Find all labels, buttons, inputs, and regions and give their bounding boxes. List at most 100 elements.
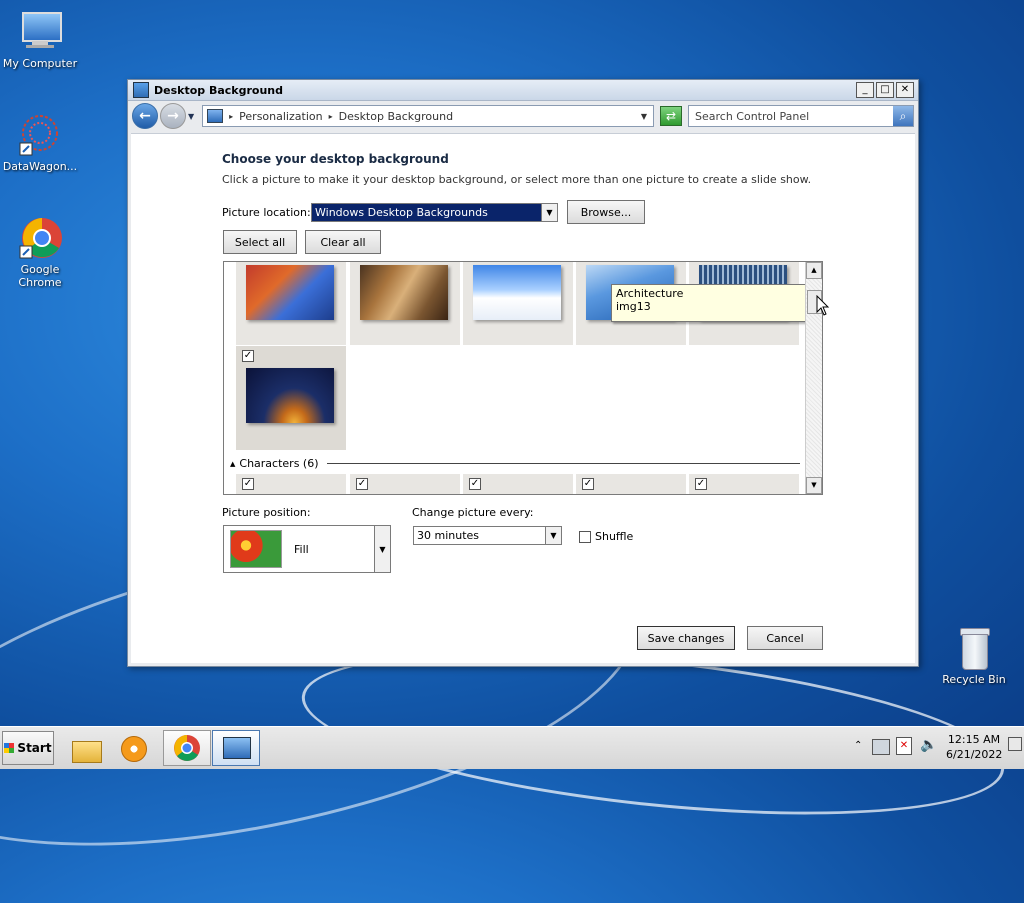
clock-date: 6/21/2022 bbox=[946, 748, 1003, 761]
picture-location-label: Picture location: bbox=[222, 206, 311, 219]
chevron-down-icon[interactable]: ▼ bbox=[545, 527, 561, 544]
title-bar[interactable]: Desktop Background _ □ ✕ bbox=[128, 80, 918, 101]
navigation-bar: ← → ▼ ▸ Personalization ▸ Desktop Backgr… bbox=[128, 101, 918, 131]
control-panel-icon bbox=[207, 109, 224, 123]
content-pane: Choose your desktop background Click a p… bbox=[131, 133, 915, 663]
clock-time: 12:15 AM bbox=[947, 733, 1001, 746]
control-panel-taskbar-button[interactable] bbox=[212, 730, 260, 766]
breadcrumb-item[interactable]: Personalization bbox=[239, 110, 322, 123]
wallpaper-thumbnail bbox=[473, 265, 561, 320]
desktop-icon-label: Google Chrome bbox=[18, 263, 62, 289]
control-panel-icon bbox=[223, 737, 251, 759]
chrome-icon bbox=[18, 216, 62, 260]
collapse-icon[interactable]: ▲ bbox=[230, 460, 235, 468]
taskbar-clock[interactable]: 12:15 AM 6/21/2022 bbox=[946, 732, 1002, 762]
show-desktop-button[interactable] bbox=[1008, 737, 1022, 751]
desktop-icon-datawagon[interactable]: DataWagon... bbox=[0, 113, 80, 173]
page-description: Click a picture to make it your desktop … bbox=[222, 173, 812, 186]
volume-icon[interactable]: 🔈 bbox=[920, 737, 937, 753]
network-icon[interactable] bbox=[872, 739, 890, 755]
search-placeholder: Search Control Panel bbox=[695, 109, 810, 123]
clear-all-button[interactable]: Clear all bbox=[305, 230, 381, 254]
mouse-cursor-icon bbox=[816, 295, 830, 316]
show-hidden-icons-icon[interactable]: ⌃ bbox=[854, 740, 862, 751]
group-header[interactable]: ▲ Characters (6) bbox=[230, 457, 800, 470]
picture-tile[interactable] bbox=[350, 262, 460, 345]
change-every-label: Change picture every: bbox=[412, 506, 534, 519]
picture-position-select[interactable]: Fill ▼ bbox=[223, 525, 391, 573]
picture-tile[interactable]: ✓ bbox=[463, 474, 573, 494]
change-every-select[interactable]: 30 minutes ▼ bbox=[413, 526, 562, 545]
picture-location-select[interactable]: Windows Desktop Backgrounds ▼ bbox=[311, 203, 558, 222]
search-input[interactable]: Search Control Panel ⌕ bbox=[688, 105, 914, 127]
window-title: Desktop Background bbox=[154, 83, 284, 97]
picture-position-value: Fill bbox=[294, 542, 309, 556]
maximize-button[interactable]: □ bbox=[876, 82, 894, 98]
address-dropdown-icon[interactable]: ▼ bbox=[641, 112, 647, 121]
refresh-button[interactable]: ⇄ bbox=[660, 106, 682, 126]
save-changes-button[interactable]: Save changes bbox=[637, 626, 735, 650]
picture-checkbox[interactable]: ✓ bbox=[242, 350, 254, 362]
picture-checkbox[interactable]: ✓ bbox=[469, 478, 481, 490]
explorer-taskbar-icon[interactable] bbox=[70, 733, 102, 763]
wallpaper-thumbnail bbox=[246, 265, 334, 320]
select-all-button[interactable]: Select all bbox=[223, 230, 297, 254]
desktop-icon-label: DataWagon... bbox=[2, 160, 78, 173]
cancel-button[interactable]: Cancel bbox=[747, 626, 823, 650]
close-button[interactable]: ✕ bbox=[896, 82, 914, 98]
window-app-icon bbox=[133, 82, 149, 98]
scroll-down-icon[interactable]: ▼ bbox=[806, 477, 822, 494]
recycle-bin-icon bbox=[952, 626, 996, 670]
desktop-background-window: Desktop Background _ □ ✕ ← → ▼ ▸ Persona… bbox=[127, 79, 919, 667]
desktop-icon-google-chrome[interactable]: Google Chrome bbox=[0, 216, 80, 289]
minimize-button[interactable]: _ bbox=[856, 82, 874, 98]
chrome-icon bbox=[174, 735, 200, 761]
browse-button[interactable]: Browse... bbox=[567, 200, 645, 224]
breadcrumb-item[interactable]: Desktop Background bbox=[339, 110, 454, 123]
search-icon[interactable]: ⌕ bbox=[893, 106, 913, 126]
picture-tile[interactable]: ✓ bbox=[350, 474, 460, 494]
fill-preview-icon bbox=[230, 530, 282, 568]
chevron-down-icon[interactable]: ▼ bbox=[541, 204, 557, 221]
chrome-taskbar-button[interactable] bbox=[163, 730, 211, 766]
scroll-up-icon[interactable]: ▲ bbox=[806, 262, 822, 279]
picture-position-label: Picture position: bbox=[222, 506, 311, 519]
picture-checkbox[interactable]: ✓ bbox=[242, 478, 254, 490]
recent-pages-icon[interactable]: ▼ bbox=[188, 112, 194, 121]
picture-tile[interactable]: ✓ bbox=[576, 474, 686, 494]
desktop-icon-recycle-bin[interactable]: Recycle Bin bbox=[934, 626, 1014, 686]
forward-button[interactable]: → bbox=[160, 103, 186, 129]
start-button[interactable]: Start bbox=[2, 731, 54, 765]
picture-tile[interactable] bbox=[463, 262, 573, 345]
desktop-icon-label: Recycle Bin bbox=[942, 673, 1006, 686]
group-header-label: Characters (6) bbox=[239, 457, 319, 470]
windows-logo-icon bbox=[4, 743, 15, 753]
picture-tile[interactable]: ✓ bbox=[689, 474, 799, 494]
media-player-taskbar-icon[interactable] bbox=[118, 733, 148, 763]
picture-checkbox[interactable]: ✓ bbox=[582, 478, 594, 490]
shuffle-checkbox[interactable] bbox=[579, 531, 591, 543]
wallpaper-thumbnail bbox=[360, 265, 448, 320]
thumbnail-tooltip: Architecture img13 bbox=[611, 284, 809, 322]
picture-tile[interactable]: ✓ bbox=[236, 474, 346, 494]
tooltip-filename: img13 bbox=[616, 300, 651, 313]
page-heading: Choose your desktop background bbox=[222, 152, 449, 166]
back-button[interactable]: ← bbox=[132, 103, 158, 129]
picture-tile-selected[interactable]: ✓ bbox=[236, 346, 346, 450]
shuffle-label: Shuffle bbox=[595, 530, 634, 543]
picture-tile[interactable] bbox=[236, 262, 346, 345]
taskbar: Start ⌃ ✕ 🔈 12:15 AM 6/21/2022 bbox=[0, 726, 1024, 769]
desktop-icon-my-computer[interactable]: My Computer bbox=[0, 10, 80, 70]
chevron-down-icon[interactable]: ▼ bbox=[374, 526, 390, 572]
address-bar[interactable]: ▸ Personalization ▸ Desktop Background ▼ bbox=[202, 105, 654, 127]
breadcrumb-separator-icon: ▸ bbox=[328, 111, 333, 121]
datawagon-icon bbox=[18, 113, 62, 157]
picture-list[interactable]: ✓ Architecture img13 ▲ Characters (6) ✓ … bbox=[223, 261, 823, 495]
breadcrumb-separator-icon: ▸ bbox=[229, 111, 234, 121]
picture-checkbox[interactable]: ✓ bbox=[695, 478, 707, 490]
wallpaper-thumbnail bbox=[246, 368, 334, 423]
tooltip-title: Architecture bbox=[616, 287, 684, 300]
picture-checkbox[interactable]: ✓ bbox=[356, 478, 368, 490]
action-center-icon[interactable]: ✕ bbox=[896, 737, 912, 755]
computer-icon bbox=[18, 10, 62, 54]
